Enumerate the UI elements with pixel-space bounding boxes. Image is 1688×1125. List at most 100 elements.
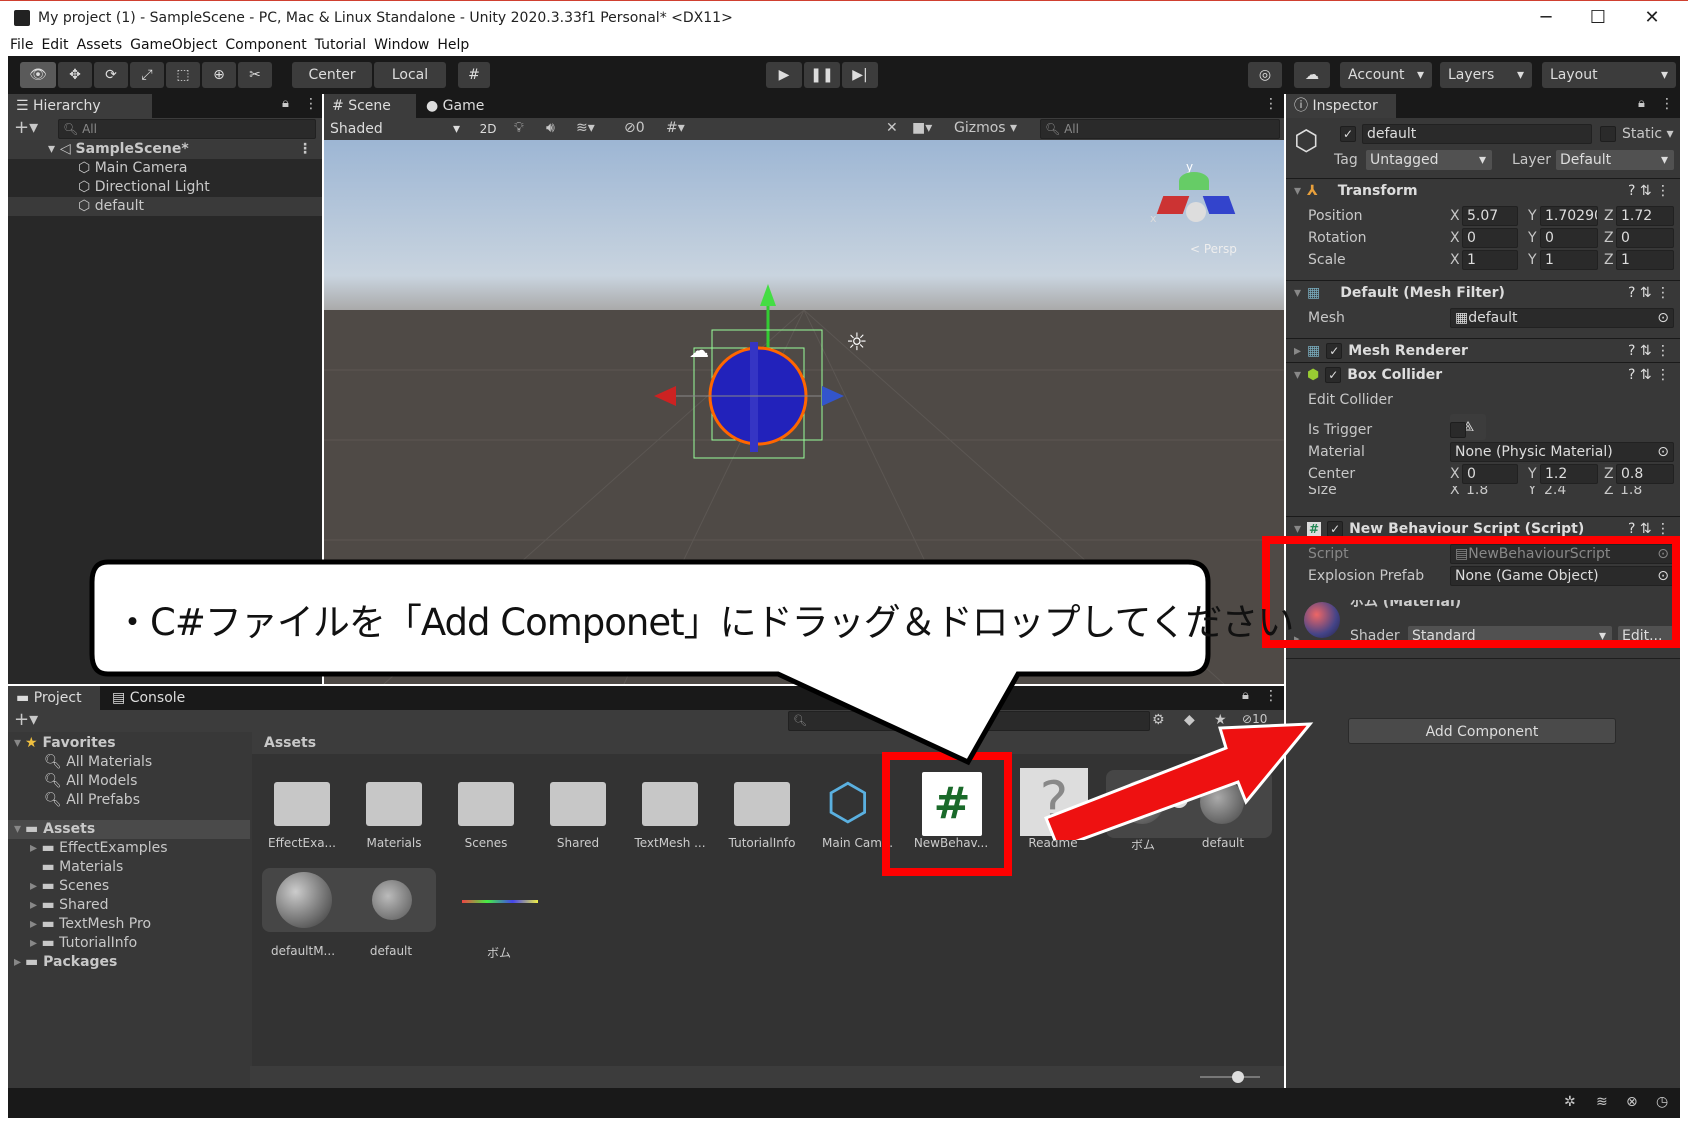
asset-textmesh-pro[interactable] xyxy=(642,782,698,826)
collab-icon[interactable]: ◎ xyxy=(1248,62,1282,88)
progress-icon[interactable]: ◷ xyxy=(1656,1094,1668,1110)
static-checkbox[interactable] xyxy=(1600,126,1616,142)
menu-tutorial[interactable]: Tutorial xyxy=(315,34,366,56)
scale-tool-icon[interactable]: ⤢ xyxy=(130,62,164,88)
asset-shared[interactable] xyxy=(550,782,606,826)
view-tool-icon[interactable]: 👁 xyxy=(20,62,56,88)
rotation-z-field[interactable]: 0 xyxy=(1616,228,1674,248)
layers-stack-icon[interactable]: ≋ xyxy=(1596,1094,1608,1110)
hierarchy-search-input[interactable]: 🔍︎ All xyxy=(58,119,316,139)
add-icon[interactable]: +▾ xyxy=(14,710,38,730)
transform-tool-icon[interactable]: ⊕ xyxy=(202,62,236,88)
menu-window[interactable]: Window xyxy=(374,34,429,56)
cloud-icon[interactable]: ☁ xyxy=(1294,62,1330,88)
tag-dropdown[interactable]: Untagged ▾ xyxy=(1366,150,1492,170)
persp-label[interactable]: < Persp xyxy=(1190,242,1237,256)
component-menu-icon[interactable]: ? ⇅ ⋮ xyxy=(1628,339,1670,363)
hidden-objects-icon[interactable]: ⊘0 xyxy=(624,120,645,136)
center-x-field[interactable]: 0 xyxy=(1462,464,1518,484)
scale-x-field[interactable]: 1 xyxy=(1462,250,1518,270)
more-menu-icon[interactable]: ⋮ xyxy=(1264,96,1278,112)
scene-search-input[interactable]: 🔍︎ All xyxy=(1040,119,1280,139)
more-menu-icon[interactable]: ⋮ xyxy=(1660,96,1674,112)
folder-materials[interactable]: ▸ ▬ Materials xyxy=(30,858,123,877)
asset-bomb-texture[interactable] xyxy=(462,900,538,903)
tab-hierarchy[interactable]: ☰ Hierarchy xyxy=(8,94,152,118)
tools-icon[interactable]: ✕ xyxy=(886,120,898,136)
is-trigger-checkbox[interactable] xyxy=(1450,422,1466,438)
physic-material-field[interactable]: None (Physic Material) ⊙ xyxy=(1450,442,1674,462)
audio-icon[interactable]: 🔊︎ xyxy=(546,120,555,136)
folder-tutorialinfo[interactable]: ▸ ▬ TutorialInfo xyxy=(30,934,137,953)
asset-default-mesh[interactable] xyxy=(372,880,412,920)
object-picker-icon[interactable]: ⊙ xyxy=(1657,443,1669,461)
enabled-checkbox[interactable]: ✓ xyxy=(1327,521,1344,537)
menu-assets[interactable]: Assets xyxy=(77,34,123,56)
object-name-input[interactable]: default xyxy=(1362,124,1592,144)
move-tool-icon[interactable]: ✥ xyxy=(58,62,92,88)
zoom-slider-track[interactable] xyxy=(1200,1076,1260,1078)
close-button[interactable]: ✕ xyxy=(1632,5,1672,31)
selected-object[interactable] xyxy=(654,284,874,494)
position-z-field[interactable]: 1.72 xyxy=(1616,206,1674,226)
scene-row[interactable]: ▾ ◁ SampleScene* ⋮ xyxy=(8,140,322,159)
mesh-filter-header[interactable]: ▾ ▦ Default (Mesh Filter) ? ⇅ ⋮ xyxy=(1286,280,1680,304)
asset-tutorialinfo[interactable] xyxy=(734,782,790,826)
active-checkbox[interactable]: ✓ xyxy=(1340,126,1356,142)
more-menu-icon[interactable]: ⋮ xyxy=(298,140,312,159)
favorite-all-models[interactable]: 🔍︎ All Models xyxy=(44,772,137,791)
bug-icon[interactable]: ✲ xyxy=(1564,1094,1576,1110)
hierarchy-item-default[interactable]: ⬡ default xyxy=(8,197,322,216)
rotation-x-field[interactable]: 0 xyxy=(1462,228,1518,248)
folder-shared[interactable]: ▸ ▬ Shared xyxy=(30,896,108,915)
enabled-checkbox[interactable]: ✓ xyxy=(1326,343,1343,359)
grid-icon[interactable]: #▾ xyxy=(666,120,685,136)
favorite-all-prefabs[interactable]: 🔍︎ All Prefabs xyxy=(44,791,140,810)
maximize-button[interactable]: ☐ xyxy=(1578,5,1618,31)
mesh-renderer-header[interactable]: ▸ ▦ ✓ Mesh Renderer ? ⇅ ⋮ xyxy=(1286,338,1680,362)
menu-help[interactable]: Help xyxy=(437,34,469,56)
component-menu-icon[interactable]: ? ⇅ ⋮ xyxy=(1628,281,1670,305)
add-icon[interactable]: +▾ xyxy=(14,118,38,138)
tab-game[interactable]: ● Game xyxy=(418,94,498,118)
object-picker-icon[interactable]: ⊙ xyxy=(1657,309,1669,327)
gizmos-dropdown[interactable]: Gizmos ▾ xyxy=(954,120,1017,136)
component-menu-icon[interactable]: ? ⇅ ⋮ xyxy=(1628,363,1670,387)
layer-dropdown[interactable]: Default ▾ xyxy=(1556,150,1674,170)
box-collider-header[interactable]: ▾ ⬢ ✓ Box Collider ? ⇅ ⋮ xyxy=(1286,362,1680,386)
pause-button[interactable]: ❚❚ xyxy=(804,62,840,88)
asset-main-camera[interactable]: ⬡ xyxy=(826,772,870,832)
menu-gameobject[interactable]: GameObject xyxy=(130,34,217,56)
layout-dropdown[interactable]: Layout ▾ xyxy=(1542,62,1676,88)
pivot-center-button[interactable]: Center xyxy=(292,62,372,88)
custom-tool-icon[interactable]: ✂ xyxy=(238,62,272,88)
rotation-y-field[interactable]: 0 xyxy=(1540,228,1598,248)
component-menu-icon[interactable]: ? ⇅ ⋮ xyxy=(1628,179,1670,203)
static-dropdown[interactable]: Static ▾ xyxy=(1622,126,1674,142)
play-button[interactable]: ▶ xyxy=(766,62,802,88)
asset-materials[interactable] xyxy=(366,782,422,826)
hierarchy-item-main-camera[interactable]: ⬡ Main Camera xyxy=(8,159,322,178)
lighting-icon[interactable]: 💡︎ xyxy=(514,120,524,136)
rect-tool-icon[interactable]: ⬚ xyxy=(166,62,200,88)
menu-file[interactable]: File xyxy=(10,34,33,56)
lock-icon[interactable]: 🔒︎ xyxy=(1638,96,1645,111)
effects-icon[interactable]: ≋▾ xyxy=(576,120,595,136)
tab-project[interactable]: ▬ Project xyxy=(8,686,100,710)
center-y-field[interactable]: 1.2 xyxy=(1540,464,1598,484)
position-y-field[interactable]: 1.70290 xyxy=(1540,206,1598,226)
layers-dropdown[interactable]: Layers ▾ xyxy=(1440,62,1532,88)
asset-default-material[interactable] xyxy=(276,872,332,928)
enabled-checkbox[interactable]: ✓ xyxy=(1325,367,1342,383)
camera-icon[interactable]: ■▾ xyxy=(912,120,932,136)
packages-row[interactable]: ▸ ▬ Packages xyxy=(8,953,117,972)
lock-icon[interactable]: 🔒︎ xyxy=(282,96,289,111)
hierarchy-item-directional-light[interactable]: ⬡ Directional Light xyxy=(8,178,322,197)
center-z-field[interactable]: 0.8 xyxy=(1616,464,1674,484)
asset-effectexamples[interactable] xyxy=(274,782,330,826)
asset-scenes[interactable] xyxy=(458,782,514,826)
minimize-button[interactable]: ─ xyxy=(1526,5,1566,31)
menu-edit[interactable]: Edit xyxy=(41,34,68,56)
grid-snap-icon[interactable]: # xyxy=(458,62,490,88)
folder-effectexamples[interactable]: ▸ ▬ EffectExamples xyxy=(30,839,168,858)
